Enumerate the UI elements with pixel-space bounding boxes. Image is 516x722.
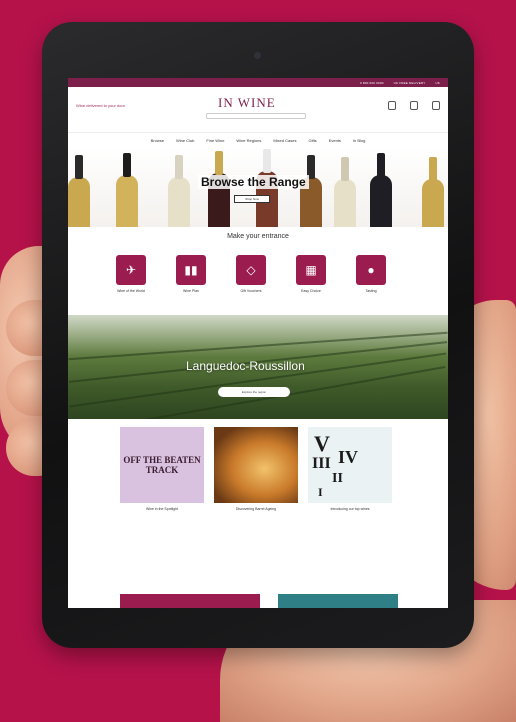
- region-title: Languedoc-Roussillon: [186, 359, 305, 373]
- nav-item[interactable]: Events: [329, 138, 341, 143]
- entrance-label: Wine of the World: [117, 289, 145, 293]
- article-card[interactable]: OFF THE BEATEN TRACK Wine in the Spotlig…: [120, 427, 204, 533]
- entrance-title: Make your entrance: [227, 233, 289, 240]
- entrance-item[interactable]: ▦ Easy Choice: [292, 255, 330, 293]
- entrance-items: ✈ Wine of the World ▮▮ Wine Plan ◇ Gift …: [112, 255, 390, 293]
- entrance-label: Easy Choice: [301, 289, 321, 293]
- nav-item[interactable]: Fine Wine: [206, 138, 224, 143]
- search-input[interactable]: [206, 113, 306, 119]
- article-image: V IV III II I: [308, 427, 392, 503]
- site-header: Wine delivered to your door IN WINE: [68, 87, 448, 133]
- entrance-label: Gift Vouchers: [240, 289, 262, 293]
- globe-icon: ✈: [116, 255, 146, 285]
- top-strip: 0 800 000 0000 UK FREE DELIVERY UK: [68, 78, 448, 87]
- nav-item[interactable]: Wine Regions: [236, 138, 261, 143]
- article-image: [214, 427, 298, 503]
- entrance-label: Tasting: [365, 289, 377, 293]
- footer-strip: [68, 594, 448, 608]
- bottle-image: [334, 157, 356, 227]
- tablet: 0 800 000 0000 UK FREE DELIVERY UK Wine …: [42, 22, 474, 648]
- hero-banner: Browse the Range Shop Now: [68, 147, 448, 227]
- entrance-item[interactable]: ◇ Gift Vouchers: [232, 255, 270, 293]
- basket-icon[interactable]: [432, 101, 440, 110]
- bottle-image: [68, 155, 90, 227]
- entrance-item[interactable]: ▮▮ Wine Plan: [172, 255, 210, 293]
- article-caption: Introducing our top wines: [330, 507, 370, 511]
- hero-title: Browse the Range: [198, 175, 309, 189]
- main-nav: Browse Wine Club Fine Wine Wine Regions …: [68, 133, 448, 147]
- site-logo[interactable]: IN WINE: [218, 95, 276, 111]
- gift-icon: ◇: [236, 255, 266, 285]
- promo-banner[interactable]: [120, 594, 260, 608]
- bottle-image: [116, 153, 138, 227]
- region-banner: Languedoc-Roussillon Explore the region: [68, 315, 448, 419]
- article-caption: Discovering Barrel Ageing: [235, 507, 277, 511]
- entrance-item[interactable]: ● Tasting: [352, 255, 390, 293]
- account-icon[interactable]: [388, 101, 396, 110]
- nav-item[interactable]: Browse: [151, 138, 164, 143]
- promo-text[interactable]: UK FREE DELIVERY: [394, 81, 426, 85]
- explore-region-button[interactable]: Explore the region: [218, 387, 290, 397]
- flag-text[interactable]: UK: [435, 81, 440, 85]
- camera-icon: [254, 52, 261, 59]
- nav-item[interactable]: Gifts: [308, 138, 316, 143]
- shop-now-button[interactable]: Shop Now: [234, 195, 270, 203]
- entrance-item[interactable]: ✈ Wine of the World: [112, 255, 150, 293]
- bottle-image: [168, 155, 190, 227]
- article-image: OFF THE BEATEN TRACK: [120, 427, 204, 503]
- promo-banner[interactable]: [278, 594, 398, 608]
- entrance-section: Make your entrance ✈ Wine of the World ▮…: [68, 227, 448, 315]
- bottle-image: [370, 153, 392, 227]
- nav-item[interactable]: Mixed Cases: [273, 138, 296, 143]
- phone-text: 0 800 000 0000: [359, 80, 384, 85]
- wishlist-icon[interactable]: [410, 101, 418, 110]
- case-icon: ▦: [296, 255, 326, 285]
- article-card[interactable]: V IV III II I Introducing our top wines: [308, 427, 392, 533]
- bottle-image: [422, 157, 444, 227]
- article-caption: Wine in the Spotlight: [145, 507, 179, 511]
- bottles-icon: ▮▮: [176, 255, 206, 285]
- wine-icon: ●: [356, 255, 386, 285]
- tagline: Wine delivered to your door: [76, 103, 125, 108]
- articles-section: OFF THE BEATEN TRACK Wine in the Spotlig…: [68, 419, 448, 539]
- nav-item[interactable]: In Blog: [353, 138, 365, 143]
- entrance-label: Wine Plan: [183, 289, 199, 293]
- tablet-screen: 0 800 000 0000 UK FREE DELIVERY UK Wine …: [68, 78, 448, 608]
- header-icons: [388, 101, 440, 110]
- nav-item[interactable]: Wine Club: [176, 138, 194, 143]
- article-card[interactable]: Discovering Barrel Ageing: [214, 427, 298, 533]
